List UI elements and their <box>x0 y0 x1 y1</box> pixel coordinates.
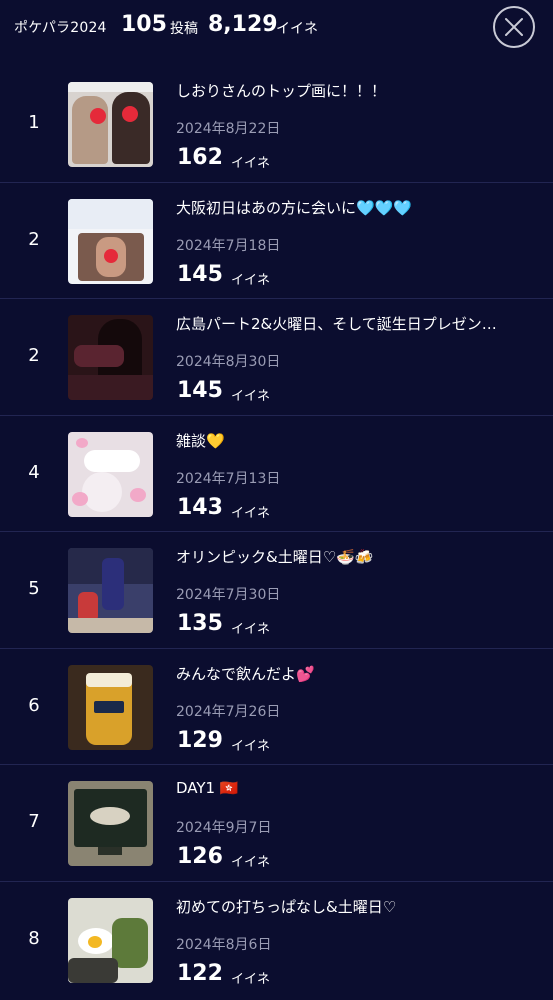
post-date: 2024年8月6日 <box>176 936 272 953</box>
post-title: 大阪初日はあの方に会いに🩵🩵🩵 <box>176 198 413 217</box>
ranking-item[interactable]: 5 オリンピック&土曜日♡🍜🍻 2024年7月30日 135 イイネ <box>0 532 553 649</box>
post-date: 2024年8月22日 <box>176 121 281 137</box>
post-likes-label: イイネ <box>231 738 271 754</box>
rank-number: 6 <box>28 694 40 716</box>
post-thumbnail[interactable] <box>68 315 153 400</box>
post-thumbnail[interactable] <box>68 198 153 284</box>
post-title: 雑談💛 <box>176 431 225 450</box>
rank-number: 8 <box>28 927 40 949</box>
post-likes-count: 145 <box>177 261 223 287</box>
post-likes-count: 129 <box>177 727 223 753</box>
post-title: 初めての打ちっぱなし&土曜日♡ <box>176 897 397 916</box>
close-icon <box>505 18 523 36</box>
post-title: しおりさんのトップ画に！！！ <box>176 82 387 100</box>
posts-label: 投稿 <box>170 21 198 37</box>
rank-number: 7 <box>28 811 40 832</box>
close-button[interactable] <box>493 6 535 48</box>
post-date: 2024年9月7日 <box>176 820 272 836</box>
post-date: 2024年7月13日 <box>176 470 281 487</box>
ranking-list: 1 しおりさんのトップ画に！！！ 2024年8月22日 162 イイネ 2 大阪… <box>0 66 553 998</box>
post-thumbnail[interactable] <box>68 897 153 983</box>
post-thumbnail[interactable] <box>68 781 153 866</box>
total-likes-label: イイネ <box>276 21 318 37</box>
page-title: ポケパラ2024 <box>14 20 107 36</box>
rank-number: 1 <box>28 112 40 133</box>
post-likes-label: イイネ <box>231 855 271 870</box>
ranking-item[interactable]: 2 広島パート2&火曜日、そして誕生日プレゼン… 2024年8月30日 145 … <box>0 299 553 416</box>
post-title: みんなで飲んだよ💕 <box>176 664 315 683</box>
ranking-item[interactable]: 8 初めての打ちっぱなし&土曜日♡ 2024年8月6日 122 イイネ <box>0 882 553 999</box>
rank-number: 2 <box>28 345 40 366</box>
post-thumbnail[interactable] <box>68 431 153 517</box>
post-likes-count: 162 <box>177 145 223 170</box>
post-thumbnail[interactable] <box>68 548 153 633</box>
post-likes-label: イイネ <box>231 389 271 404</box>
post-likes-count: 145 <box>177 378 223 403</box>
ranking-item[interactable]: 2 大阪初日はあの方に会いに🩵🩵🩵 2024年7月18日 145 イイネ <box>0 183 553 299</box>
post-likes-count: 126 <box>177 844 223 869</box>
total-likes-count: 8,129 <box>208 12 278 37</box>
post-date: 2024年7月30日 <box>176 587 281 603</box>
post-likes-label: イイネ <box>231 622 271 637</box>
ranking-item[interactable]: 6 みんなで飲んだよ💕 2024年7月26日 129 イイネ <box>0 649 553 765</box>
post-title: DAY1 🇭🇰 <box>176 779 239 797</box>
rank-number: 4 <box>28 461 40 483</box>
header: ポケパラ2024 105 投稿 8,129 イイネ <box>0 0 553 66</box>
post-title: 広島パート2&火曜日、そして誕生日プレゼン… <box>176 315 497 333</box>
post-date: 2024年7月26日 <box>176 703 281 720</box>
post-likes-count: 135 <box>177 611 223 636</box>
post-date: 2024年7月18日 <box>176 237 281 254</box>
post-likes-label: イイネ <box>231 505 271 521</box>
post-likes-label: イイネ <box>231 156 271 171</box>
rank-number: 2 <box>28 228 40 250</box>
post-thumbnail[interactable] <box>68 664 153 750</box>
posts-count: 105 <box>121 12 167 37</box>
post-likes-count: 122 <box>177 960 223 986</box>
post-likes-label: イイネ <box>231 272 271 288</box>
post-likes-label: イイネ <box>231 971 271 987</box>
rank-number: 5 <box>28 578 40 599</box>
post-thumbnail[interactable] <box>68 82 153 167</box>
post-title: オリンピック&土曜日♡🍜🍻 <box>176 548 374 566</box>
post-date: 2024年8月30日 <box>176 354 281 370</box>
ranking-item[interactable]: 1 しおりさんのトップ画に！！！ 2024年8月22日 162 イイネ <box>0 66 553 183</box>
post-likes-count: 143 <box>177 494 223 520</box>
ranking-item[interactable]: 7 DAY1 🇭🇰 2024年9月7日 126 イイネ <box>0 765 553 882</box>
ranking-item[interactable]: 4 雑談💛 2024年7月13日 143 イイネ <box>0 416 553 532</box>
